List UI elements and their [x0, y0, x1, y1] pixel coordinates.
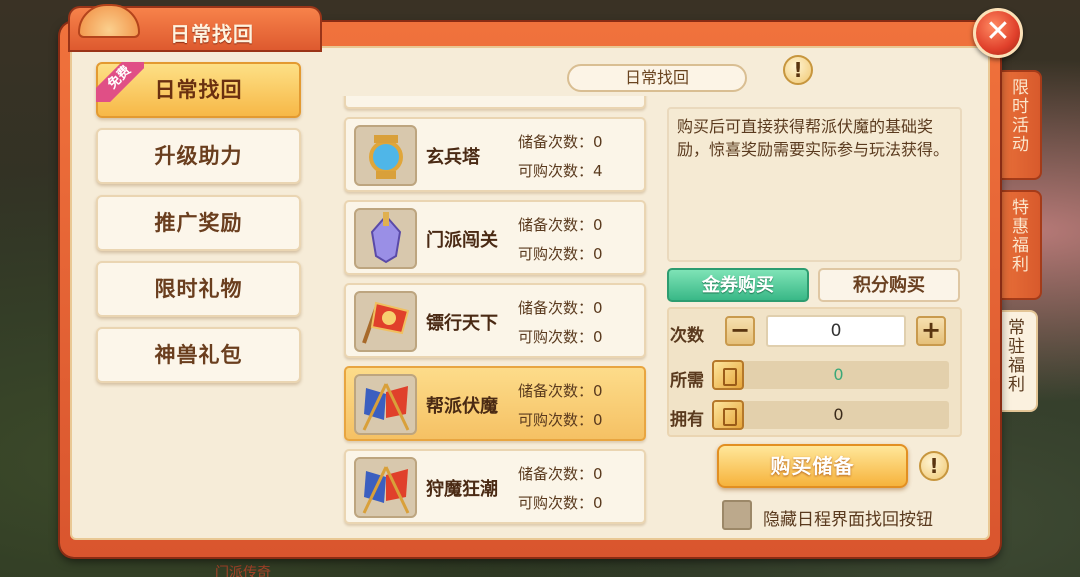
- reserve-count: 储备次数：0: [518, 216, 603, 234]
- info-button[interactable]: !: [783, 55, 813, 85]
- list-item[interactable]: 门派闯关 储备次数：0 可购次数：0: [344, 200, 646, 275]
- list-item[interactable]: 玄兵塔 储备次数：0 可购次数：4: [344, 117, 646, 192]
- buy-reserve-button[interactable]: 购买储备: [717, 444, 908, 488]
- tab-limited-activity[interactable]: 限时活动: [996, 70, 1042, 180]
- detail-title: 日常找回: [567, 64, 747, 92]
- tab-points-purchase[interactable]: 积分购买: [818, 268, 960, 302]
- flags-icon: [354, 374, 417, 435]
- free-badge-label: 免费: [96, 62, 144, 102]
- item-name: 门派闯关: [426, 230, 498, 251]
- voucher-icon: [712, 360, 744, 390]
- buyable-count: 可购次数：0: [518, 328, 603, 346]
- item-name: 帮派伏魔: [426, 396, 498, 417]
- tab-special-offer[interactable]: 特惠福利: [996, 190, 1042, 300]
- item-name: 镖行天下: [426, 313, 498, 334]
- close-button[interactable]: ✕: [973, 8, 1023, 58]
- count-label: 次数: [670, 326, 704, 346]
- need-value: 0: [728, 361, 949, 389]
- tab-label: 特惠福利: [1012, 198, 1029, 275]
- buyable-count: 可购次数：0: [518, 494, 603, 512]
- menu-promotion-reward[interactable]: 推广奖励: [96, 195, 301, 251]
- menu-level-boost[interactable]: 升级助力: [96, 128, 301, 184]
- minus-button[interactable]: −: [725, 316, 755, 346]
- voucher-icon: [712, 400, 744, 430]
- tab-label: 限时活动: [1012, 78, 1029, 155]
- reserve-count: 储备次数：0: [518, 299, 603, 317]
- plus-button[interactable]: +: [916, 316, 946, 346]
- list-item[interactable]: [344, 96, 646, 109]
- list-item-selected[interactable]: 帮派伏魔 储备次数：0 可购次数：0: [344, 366, 646, 441]
- flags-icon: [354, 457, 417, 518]
- buyable-count: 可购次数：0: [518, 245, 603, 263]
- tower-icon: [354, 125, 417, 186]
- item-name: 玄兵塔: [426, 147, 480, 168]
- tab-label: 常驻福利: [1008, 318, 1025, 395]
- reserve-count: 储备次数：0: [518, 133, 603, 151]
- own-value: 0: [728, 401, 949, 429]
- menu-limited-gift[interactable]: 限时礼物: [96, 261, 301, 317]
- item-name: 狩魔狂潮: [426, 479, 498, 500]
- dialog-title: 日常找回: [170, 22, 254, 46]
- menu-beast-pack[interactable]: 神兽礼包: [96, 327, 301, 383]
- hide-checkbox-label: 隐藏日程界面找回按钮: [763, 510, 933, 530]
- quantity-input[interactable]: 0: [766, 315, 906, 347]
- list-item[interactable]: 镖行天下 储备次数：0 可购次数：0: [344, 283, 646, 358]
- need-label: 所需: [670, 371, 704, 391]
- own-label: 拥有: [670, 410, 704, 430]
- list-item[interactable]: 狩魔狂潮 储备次数：0 可购次数：0: [344, 449, 646, 524]
- buyable-count: 可购次数：4: [518, 162, 603, 180]
- reserve-count: 储备次数：0: [518, 465, 603, 483]
- hide-checkbox[interactable]: [722, 500, 752, 530]
- buyable-count: 可购次数：0: [518, 411, 603, 429]
- banner-icon: [354, 291, 417, 352]
- activity-list[interactable]: 玄兵塔 储备次数：0 可购次数：4 门派闯关 储备次数：0 可购次数：0 镖行天…: [330, 96, 655, 530]
- free-badge: 免费: [96, 62, 144, 102]
- buy-info-button[interactable]: !: [919, 451, 949, 481]
- tab-gold-purchase[interactable]: 金券购买: [667, 268, 809, 302]
- reserve-count: 储备次数：0: [518, 382, 603, 400]
- background-text: 门派传奇: [215, 565, 271, 577]
- sword-icon: [354, 208, 417, 269]
- detail-description: 购买后可直接获得帮派伏魔的基础奖励，惊喜奖励需要实际参与玩法获得。: [667, 107, 962, 262]
